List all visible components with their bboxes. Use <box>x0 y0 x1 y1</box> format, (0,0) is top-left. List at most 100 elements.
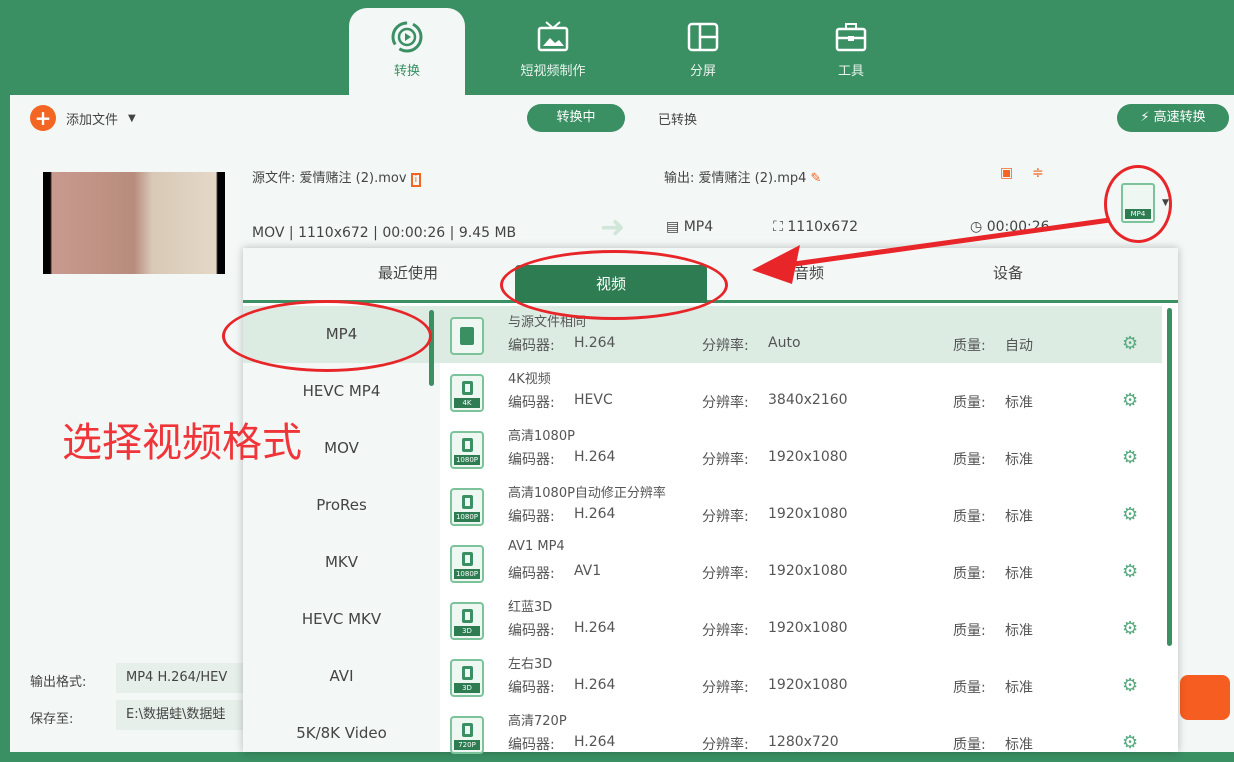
toolbox-icon <box>835 23 867 52</box>
info-icon[interactable]: i <box>410 173 422 187</box>
preset-list: 与源文件相同 编码器: H.264 分辨率: Auto 质量: 自动 ⚙ 4K 4… <box>440 306 1162 762</box>
encoder-value: H.264 <box>574 506 616 522</box>
src-format: MOV <box>252 225 285 241</box>
resolution-value: 3840x2160 <box>768 392 848 408</box>
encoder-value: HEVC <box>574 392 613 408</box>
preset-badge: 1080P <box>454 455 480 465</box>
encoder-value: H.264 <box>574 620 616 636</box>
format-category-item[interactable]: HEVC MKV <box>243 591 440 648</box>
video-file-icon <box>450 317 484 355</box>
split-screen-icon <box>687 22 719 52</box>
quality-label: 质量: <box>953 680 986 696</box>
source-label: 源文件: <box>252 171 296 186</box>
preset-name: 4K视频 <box>508 372 551 387</box>
add-file-button[interactable]: + 添加文件 ▼ <box>30 105 136 131</box>
chevron-down-icon[interactable]: ▼ <box>128 113 136 124</box>
tab-converting[interactable]: 转换中 <box>527 104 625 132</box>
preset-badge: 4K <box>454 398 480 408</box>
preset-row[interactable]: 4K 4K视频 编码器: HEVC 分辨率: 3840x2160 质量: 标准 … <box>440 363 1162 420</box>
annotation-arrow <box>752 217 1111 284</box>
output-format-select[interactable]: MP4 H.264/HEV <box>116 663 256 693</box>
encoder-value: H.264 <box>574 677 616 693</box>
resolution-label: 分辨率: <box>702 737 749 753</box>
tab-converted[interactable]: 已转换 <box>658 109 697 128</box>
resolution-label: 分辨率: <box>702 680 749 696</box>
preset-badge: 3D <box>454 683 480 693</box>
format-category-item[interactable]: AVI <box>243 648 440 705</box>
nav-tab-split-screen[interactable]: 分屏 <box>645 8 761 95</box>
source-name: 爱情赌注 (2).mov <box>299 171 407 186</box>
nav-tab-short-video[interactable]: 短视频制作 <box>495 8 611 95</box>
encoder-label: 编码器: <box>508 566 555 582</box>
quality-value: 标准 <box>1005 395 1033 411</box>
gear-icon[interactable]: ⚙ <box>1122 732 1138 753</box>
preset-row[interactable]: 1080P 高清1080P 编码器: H.264 分辨率: 1920x1080 … <box>440 420 1162 477</box>
tab-recent[interactable]: 最近使用 <box>378 262 438 283</box>
edit-icon[interactable]: ✎ <box>811 171 822 186</box>
quality-label: 质量: <box>953 566 986 582</box>
resolution-value: 1920x1080 <box>768 563 848 579</box>
source-file: 源文件: 爱情赌注 (2).mov i <box>252 167 422 187</box>
preset-scrollbar[interactable] <box>1167 308 1172 646</box>
nav-tab-convert[interactable]: 转换 <box>349 8 465 95</box>
top-nav: 转换 短视频制作 分屏 工具 <box>0 0 1234 95</box>
fast-convert-button[interactable]: ⚡ 高速转换 <box>1117 104 1229 132</box>
gear-icon[interactable]: ⚙ <box>1122 618 1138 639</box>
gear-icon[interactable]: ⚙ <box>1122 447 1138 468</box>
preset-row[interactable]: 与源文件相同 编码器: H.264 分辨率: Auto 质量: 自动 ⚙ <box>440 306 1162 363</box>
gear-icon[interactable]: ⚙ <box>1122 333 1138 354</box>
preset-row[interactable]: 1080P AV1 MP4 编码器: AV1 分辨率: 1920x1080 质量… <box>440 534 1162 591</box>
preset-name: 高清1080P <box>508 429 575 444</box>
video-file-icon: 1080P <box>450 545 484 583</box>
trim-icon[interactable]: ≑ <box>1032 165 1044 181</box>
video-file-icon: 1080P <box>450 431 484 469</box>
encoder-value: H.264 <box>574 335 616 351</box>
convert-all-button[interactable] <box>1180 675 1230 720</box>
preset-row[interactable]: 3D 红蓝3D 编码器: H.264 分辨率: 1920x1080 质量: 标准… <box>440 591 1162 648</box>
gear-icon[interactable]: ⚙ <box>1122 675 1138 696</box>
resolution-value: 1280x720 <box>768 734 839 750</box>
gear-icon[interactable]: ⚙ <box>1122 504 1138 525</box>
nav-tab-label: 分屏 <box>689 64 716 79</box>
video-thumbnail[interactable] <box>43 172 225 274</box>
quality-value: 标准 <box>1005 737 1033 753</box>
plus-icon: + <box>30 105 56 131</box>
preset-row[interactable]: 3D 左右3D 编码器: H.264 分辨率: 1920x1080 质量: 标准… <box>440 648 1162 705</box>
gear-icon[interactable]: ⚙ <box>1122 561 1138 582</box>
save-path-input[interactable]: E:\数据蛙\数据蛙 <box>116 700 256 730</box>
fast-convert-label: 高速转换 <box>1153 110 1206 125</box>
preset-name: AV1 MP4 <box>508 539 565 554</box>
source-meta: MOV | 1110x672 | 00:00:26 | 9.45 MB <box>252 225 517 241</box>
output-name: 爱情赌注 (2).mp4 <box>698 171 807 186</box>
category-scrollbar[interactable] <box>429 310 434 386</box>
quality-value: 自动 <box>1005 338 1033 354</box>
nav-tab-label: 短视频制作 <box>520 64 586 79</box>
encoder-label: 编码器: <box>508 680 555 696</box>
quality-label: 质量: <box>953 509 986 525</box>
preset-row[interactable]: 720P 高清720P 编码器: H.264 分辨率: 1280x720 质量:… <box>440 705 1162 762</box>
video-file-icon: 720P <box>450 716 484 754</box>
preset-name: 红蓝3D <box>508 600 553 615</box>
convert-icon <box>391 21 423 53</box>
encoder-value: H.264 <box>574 449 616 465</box>
resolution-value: 1920x1080 <box>768 620 848 636</box>
preset-row[interactable]: 1080P 高清1080P自动修正分辨率 编码器: H.264 分辨率: 192… <box>440 477 1162 534</box>
quality-label: 质量: <box>953 338 986 354</box>
src-size: 9.45 MB <box>458 225 517 241</box>
resolution-value: 1920x1080 <box>768 677 848 693</box>
format-category-item[interactable]: MKV <box>243 534 440 591</box>
film-icon: ▤ <box>666 219 680 235</box>
resolution-label: 分辨率: <box>702 395 749 411</box>
arrow-right-icon: ➜ <box>600 210 626 245</box>
encoder-value: AV1 <box>574 563 602 579</box>
add-file-label: 添加文件 <box>66 112 119 128</box>
quality-label: 质量: <box>953 452 986 468</box>
quality-value: 标准 <box>1005 680 1033 696</box>
encoder-label: 编码器: <box>508 509 555 525</box>
format-category-item[interactable]: ProRes <box>243 477 440 534</box>
nav-tab-tools[interactable]: 工具 <box>793 8 909 95</box>
quality-label: 质量: <box>953 623 986 639</box>
gear-icon[interactable]: ⚙ <box>1122 390 1138 411</box>
subtitle-icon[interactable]: ▣ <box>1000 165 1013 181</box>
format-category-item[interactable]: 5K/8K Video <box>243 705 440 762</box>
